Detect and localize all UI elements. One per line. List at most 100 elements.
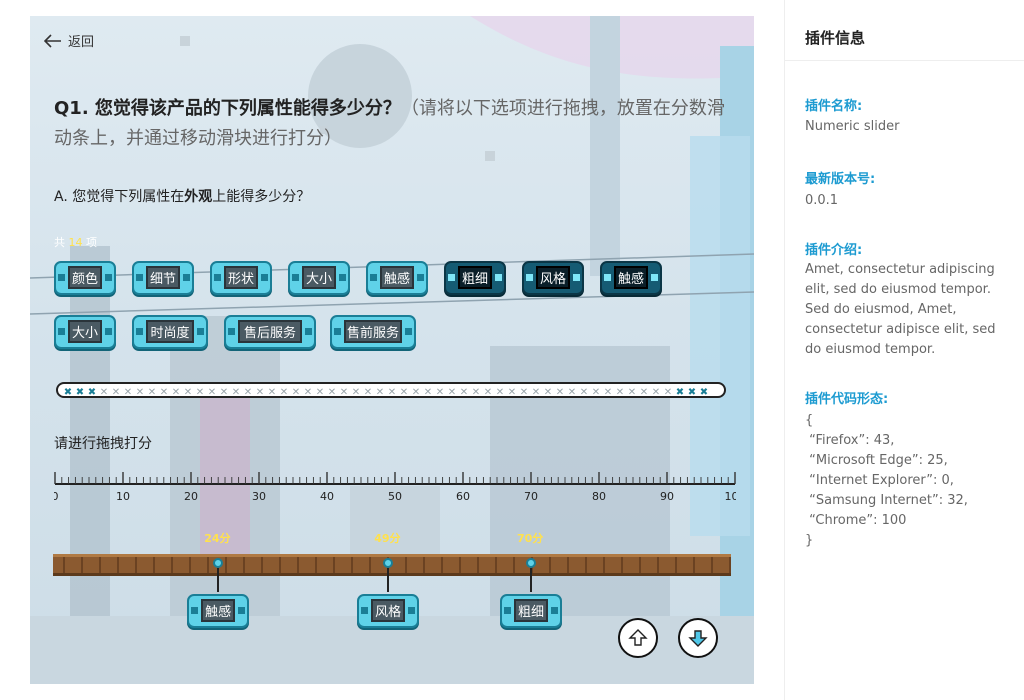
placed-chip[interactable]: 粗细 xyxy=(500,594,562,628)
slider-dot: ✕ xyxy=(208,387,216,396)
plank-segment xyxy=(63,557,65,573)
chip-label: 大小 xyxy=(68,320,102,343)
buttons-icon xyxy=(197,328,204,335)
plank-segment xyxy=(207,557,209,573)
slider-dot: ✕ xyxy=(340,387,348,396)
slider-dot: ✕ xyxy=(184,387,192,396)
plank-segment xyxy=(729,557,731,573)
plank-segment xyxy=(675,557,677,573)
slider-dot: ✕ xyxy=(148,387,156,396)
buttons-icon xyxy=(339,274,346,281)
buttons-icon xyxy=(573,274,580,281)
slider-knob[interactable] xyxy=(526,558,536,568)
plank-segment xyxy=(567,557,569,573)
arrow-left-icon xyxy=(44,33,61,48)
plank-segment xyxy=(639,557,641,573)
plank-segment xyxy=(549,557,551,573)
score-label: 49分 xyxy=(374,532,401,545)
hanger-string xyxy=(530,568,532,592)
plank-segment xyxy=(405,557,407,573)
buttons-icon xyxy=(305,328,312,335)
slider-dot: ✕ xyxy=(352,387,360,396)
dpad-icon xyxy=(334,328,341,335)
back-button[interactable]: 返回 xyxy=(44,31,94,50)
option-chip[interactable]: 粗细 xyxy=(444,261,506,295)
option-chip[interactable]: 售前服务 xyxy=(330,315,416,349)
placed-chip[interactable]: 风格 xyxy=(357,594,420,628)
plank-segment xyxy=(423,557,425,573)
slider-dot: ✕ xyxy=(544,387,552,396)
slider-dot: ✕ xyxy=(328,387,336,396)
count-suffix: 项 xyxy=(86,236,97,249)
option-chip[interactable]: 大小 xyxy=(288,261,350,295)
code-line: “Chrome”: 100 xyxy=(805,513,907,528)
plank-segment xyxy=(351,557,353,573)
plugin-code-block: { “Firefox”: 43, “Microsoft Edge”: 25, “… xyxy=(805,411,1005,551)
buttons-icon xyxy=(238,607,246,614)
slider-dot: ✕ xyxy=(316,387,324,396)
slider-dot: ✕ xyxy=(172,387,180,396)
option-chip[interactable]: 细节 xyxy=(132,261,194,295)
slider-dot: ✕ xyxy=(304,387,312,396)
ruler-tick-label: 30 xyxy=(252,490,266,503)
score-label: 24分 xyxy=(204,532,231,545)
ruler-tick-label: 10 xyxy=(116,490,130,503)
slider-dot: ✕ xyxy=(460,387,468,396)
plugin-intro-value: Amet, consectetur adipiscing elit, sed d… xyxy=(805,262,996,357)
plank-segment xyxy=(171,557,173,573)
ruler-tick-label: 40 xyxy=(320,490,334,503)
buttons-icon xyxy=(417,274,424,281)
code-line: “Microsoft Edge”: 25, xyxy=(805,453,948,468)
slider-dot: ✕ xyxy=(568,387,576,396)
plugin-version-value: 0.0.1 xyxy=(805,193,839,208)
buttons-icon xyxy=(551,607,558,614)
slider-dot: ✕ xyxy=(280,387,288,396)
plugin-intro-label: 插件介绍: xyxy=(805,243,863,258)
plank-segment xyxy=(621,557,623,573)
dpad-icon xyxy=(292,274,299,281)
slider-dot: ✕ xyxy=(112,387,120,396)
plank-segment xyxy=(459,557,461,573)
buttons-icon xyxy=(408,607,416,614)
option-chip[interactable]: 售后服务 xyxy=(224,315,316,349)
dpad-icon xyxy=(136,274,143,281)
plank-segment xyxy=(297,557,299,573)
option-chip[interactable]: 大小 xyxy=(54,315,116,349)
option-chip[interactable]: 风格 xyxy=(522,261,584,295)
slider-dot: ✕ xyxy=(136,387,144,396)
plank-segment xyxy=(117,557,119,573)
scroll-down-button[interactable] xyxy=(678,618,718,658)
option-chip[interactable]: 触感 xyxy=(600,261,662,295)
plank-segment xyxy=(711,557,713,573)
hanger-string xyxy=(217,568,220,592)
option-chip[interactable]: 时尚度 xyxy=(132,315,208,349)
dpad-icon xyxy=(214,274,221,281)
plank-segment xyxy=(279,557,281,573)
option-chip[interactable]: 形状 xyxy=(210,261,272,295)
plank-segment xyxy=(369,557,371,573)
plugin-name-label: 插件名称: xyxy=(805,99,863,114)
score-slider-track[interactable]: ✖ ✖ ✖ ✕ ✕ ✕ ✕ ✕ ✕ ✕ ✕ ✕ ✕ ✕ ✕ ✕ ✕ ✕ ✕ ✕ ✕ ✕ ✕ ✕ ✕ ✕ ✕ ✕ ✕ ✕ ✕ ✕ ✕ ✕ ✕ ✕ ✕ ✕ ✕ ✕… xyxy=(56,382,726,398)
chip-label: 大小 xyxy=(302,266,336,289)
option-chip[interactable]: 触感 xyxy=(366,261,428,295)
code-line: { xyxy=(805,413,814,428)
question-title: Q1. 您觉得该产品的下列属性能得多少分？（请将以下选项进行拖拽，放置在分数滑动… xyxy=(54,94,734,154)
chip-label: 粗细 xyxy=(514,599,548,622)
sub-question-suffix: 上能得多少分？ xyxy=(212,189,311,205)
chip-label: 触感 xyxy=(380,266,414,289)
option-chip[interactable]: 颜色 xyxy=(54,261,116,295)
slider-dot: ✕ xyxy=(496,387,504,396)
chip-label: 触感 xyxy=(201,599,236,622)
buttons-icon xyxy=(105,274,112,281)
buttons-icon xyxy=(105,328,112,335)
slider-dot: ✕ xyxy=(604,387,612,396)
dpad-icon xyxy=(228,328,235,335)
placed-chip[interactable]: 触感 xyxy=(187,594,250,628)
slider-dot: ✕ xyxy=(664,387,672,396)
slider-dot: ✕ xyxy=(640,387,648,396)
chip-label: 售后服务 xyxy=(238,320,302,343)
plank-segment xyxy=(693,557,695,573)
slider-dot: ✕ xyxy=(532,387,540,396)
scroll-up-button[interactable] xyxy=(618,618,658,658)
plank-segment xyxy=(315,557,317,573)
